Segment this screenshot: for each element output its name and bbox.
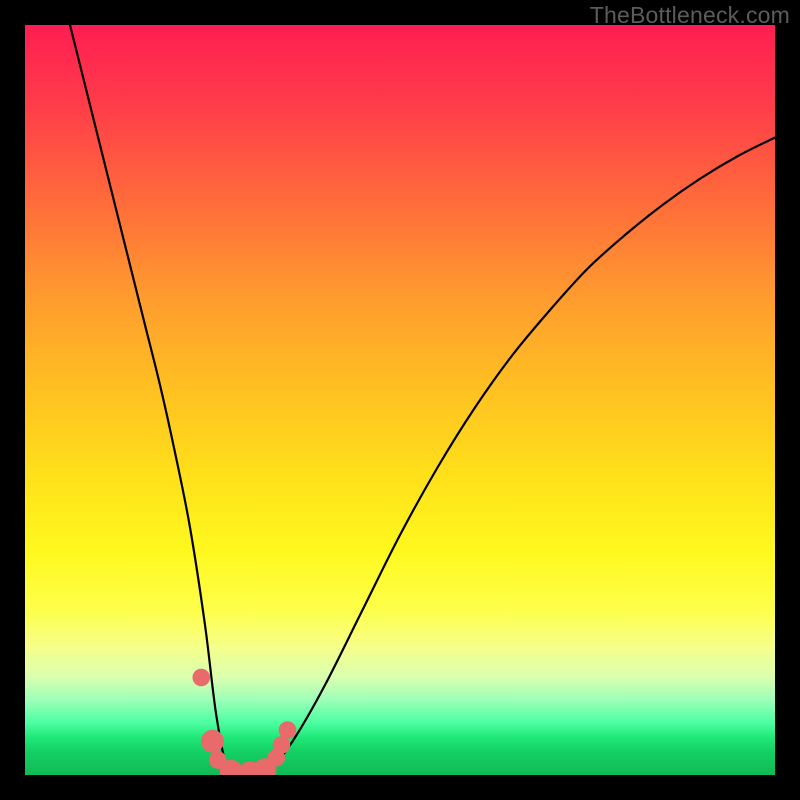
curve-marker: [279, 721, 297, 739]
chart-frame: TheBottleneck.com: [0, 0, 800, 800]
curve-marker: [192, 669, 210, 687]
curve-marker: [273, 736, 291, 754]
bottleneck-curve: [70, 25, 775, 775]
plot-gradient-area: [25, 25, 775, 775]
curve-marker: [201, 730, 224, 753]
bottleneck-curve-svg: [25, 25, 775, 775]
curve-markers: [192, 669, 296, 775]
